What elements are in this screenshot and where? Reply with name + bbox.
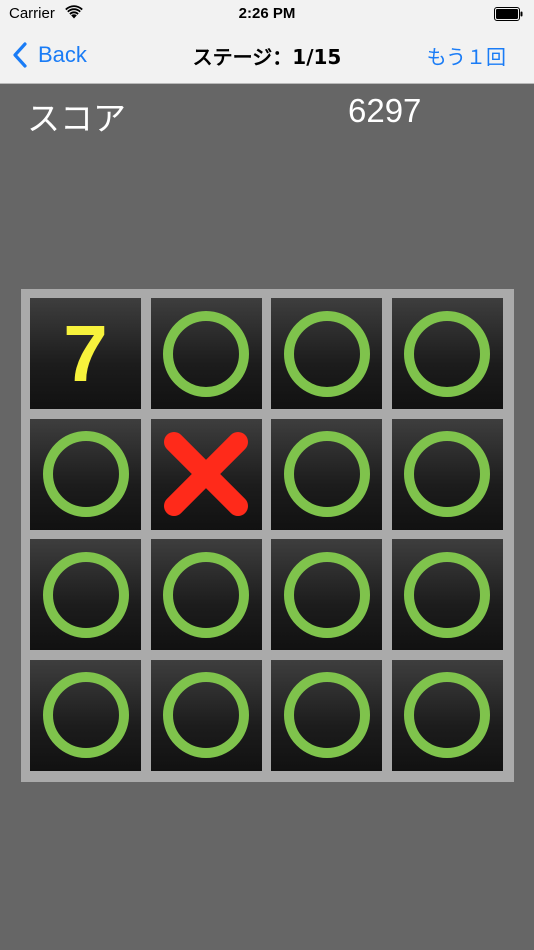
board-cell[interactable]	[150, 298, 262, 409]
circle-mark-icon	[283, 310, 370, 397]
circle-mark-icon	[404, 672, 490, 758]
circle-mark-icon	[404, 551, 490, 638]
top-bar-background: Carrier 2:26 PM Back ステージ：1/15 もう１回	[0, 0, 534, 84]
circle-mark-icon	[42, 431, 129, 517]
circle-mark-icon	[163, 672, 249, 758]
circle-mark-icon	[163, 310, 249, 397]
cross-mark-icon	[164, 432, 248, 516]
board-cell[interactable]	[150, 539, 262, 650]
board-cell[interactable]	[30, 539, 141, 650]
navigation-bar: Back ステージ：1/15 もう１回	[0, 28, 534, 83]
circle-mark-icon	[283, 551, 370, 638]
back-button-label: Back	[38, 42, 87, 67]
circle-mark-icon	[42, 672, 129, 758]
circle-mark-icon	[404, 431, 490, 517]
score-label: スコア	[27, 99, 126, 138]
board-cell[interactable]	[150, 418, 262, 530]
circle-mark-icon	[42, 551, 129, 638]
game-board: 7	[21, 289, 514, 782]
circle-mark-icon	[283, 431, 370, 517]
status-bar: Carrier 2:26 PM	[0, 0, 534, 28]
board-cell[interactable]	[271, 539, 382, 650]
board-cell[interactable]: 7	[30, 298, 141, 409]
score-value: 6297	[348, 92, 422, 129]
circle-mark-icon	[404, 310, 490, 397]
board-cell[interactable]	[391, 539, 503, 650]
cell-number: 7	[63, 308, 108, 398]
board-cell[interactable]	[271, 298, 382, 409]
retry-button[interactable]: もう１回	[427, 41, 506, 70]
chevron-left-icon	[13, 42, 27, 68]
board-cell[interactable]	[271, 659, 382, 771]
circle-mark-icon	[283, 672, 370, 758]
board-cell[interactable]	[271, 418, 382, 530]
board-cell[interactable]	[30, 659, 141, 771]
circle-mark-icon	[163, 551, 249, 638]
board-cell[interactable]	[391, 418, 503, 530]
battery-icon	[494, 7, 523, 21]
back-button[interactable]: Back	[12, 40, 87, 70]
board-cell[interactable]	[391, 298, 503, 409]
status-time: 2:26 PM	[238, 5, 296, 22]
board-cell[interactable]	[391, 659, 503, 771]
board-cell[interactable]	[30, 418, 141, 530]
board-cell[interactable]	[150, 659, 262, 771]
